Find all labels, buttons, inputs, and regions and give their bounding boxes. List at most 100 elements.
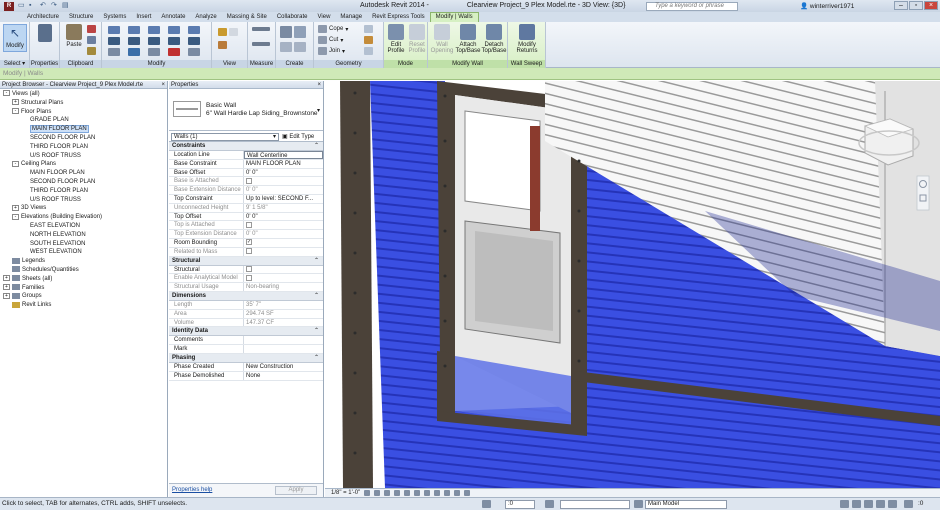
browser-item[interactable]: THIRD FLOOR PLAN bbox=[0, 143, 167, 152]
analytical-model-icon[interactable] bbox=[464, 490, 471, 496]
edit-profile-button[interactable]: Edit Profile bbox=[386, 24, 406, 54]
collapse-icon[interactable]: ⌃ bbox=[314, 292, 319, 301]
offset-icon[interactable] bbox=[128, 26, 140, 34]
select-underlay-icon[interactable] bbox=[852, 500, 861, 508]
split-face-button[interactable] bbox=[364, 25, 373, 33]
browser-item[interactable]: THIRD FLOOR PLAN bbox=[0, 187, 167, 196]
reset-profile-button[interactable]: Reset Profile bbox=[407, 24, 427, 54]
render-icon[interactable] bbox=[404, 490, 411, 496]
user-account[interactable]: 👤 winterriver1971 bbox=[800, 2, 854, 10]
override-graphics-button[interactable] bbox=[218, 41, 227, 49]
tab-annotate[interactable]: Annotate bbox=[156, 13, 190, 22]
tab-analyze[interactable]: Analyze bbox=[190, 13, 221, 22]
browser-item[interactable]: + Families bbox=[0, 283, 167, 293]
property-value[interactable] bbox=[244, 265, 323, 274]
browser-item[interactable]: Revit Links bbox=[0, 301, 167, 310]
array-icon[interactable] bbox=[188, 37, 200, 45]
property-value[interactable] bbox=[244, 345, 323, 353]
panel-select-label[interactable]: Select ▾ bbox=[0, 60, 29, 68]
tab-manage[interactable]: Manage bbox=[335, 13, 367, 22]
browser-item[interactable]: MAIN FLOOR PLAN bbox=[0, 125, 167, 134]
corner-trim[interactable] bbox=[340, 81, 373, 488]
expand-icon[interactable]: + bbox=[3, 275, 10, 282]
save-icon[interactable]: ▪ bbox=[29, 2, 37, 10]
wall-joins-button[interactable] bbox=[364, 47, 373, 55]
browser-item[interactable]: - Views (all) bbox=[0, 90, 167, 99]
shadows-icon[interactable] bbox=[394, 490, 401, 496]
drag-elements-icon[interactable] bbox=[888, 500, 897, 508]
tab-insert[interactable]: Insert bbox=[131, 13, 156, 22]
help-search-input[interactable]: Type a keyword or phrase bbox=[646, 2, 738, 11]
select-by-face-icon[interactable] bbox=[876, 500, 885, 508]
collapse-icon[interactable]: - bbox=[3, 90, 10, 97]
delete-icon[interactable] bbox=[168, 48, 180, 56]
open-icon[interactable]: ▭ bbox=[18, 2, 26, 10]
copy-clip-button[interactable] bbox=[87, 36, 96, 44]
browser-item[interactable]: - Elevations (Building Elevation) bbox=[0, 213, 167, 222]
property-group-header[interactable]: Structural ⌃ bbox=[169, 256, 323, 266]
properties-help-link[interactable]: Properties help bbox=[172, 487, 212, 493]
reveal-hidden-icon[interactable] bbox=[454, 490, 461, 496]
browser-item[interactable]: +3D Views bbox=[0, 204, 167, 213]
paint-button[interactable] bbox=[364, 36, 373, 44]
scale-icon[interactable] bbox=[108, 48, 120, 56]
lock-icon[interactable] bbox=[434, 490, 441, 496]
collapse-icon[interactable]: ⌃ bbox=[314, 257, 319, 266]
expand-icon[interactable]: + bbox=[12, 99, 19, 106]
mirror-axis-icon[interactable] bbox=[148, 26, 160, 34]
property-group-header[interactable]: Identity Data ⌃ bbox=[169, 327, 323, 337]
property-value[interactable]: 0' 0" bbox=[244, 169, 323, 177]
property-group-header[interactable]: Dimensions ⌃ bbox=[169, 291, 323, 301]
browser-item[interactable]: EAST ELEVATION bbox=[0, 222, 167, 231]
chevron-down-icon[interactable]: ▾ bbox=[317, 107, 320, 114]
worksets-icon[interactable] bbox=[482, 500, 491, 508]
copy-icon[interactable] bbox=[128, 37, 140, 45]
property-value[interactable] bbox=[244, 336, 323, 344]
tab-collaborate[interactable]: Collaborate bbox=[272, 13, 313, 22]
browser-item[interactable]: SECOND FLOOR PLAN bbox=[0, 134, 167, 143]
property-value[interactable]: MAIN FLOOR PLAN bbox=[244, 160, 323, 168]
cope-button[interactable]: Cope ▾ bbox=[318, 25, 348, 33]
properties-button[interactable] bbox=[36, 24, 54, 44]
tab-systems[interactable]: Systems bbox=[98, 13, 131, 22]
expand-icon[interactable]: + bbox=[3, 283, 10, 290]
close-icon[interactable]: × bbox=[161, 81, 165, 89]
detach-button[interactable]: Detach Top/Base bbox=[481, 24, 507, 54]
3d-viewport[interactable] bbox=[325, 81, 940, 488]
sun-path-icon[interactable] bbox=[384, 490, 391, 496]
unpin-icon[interactable] bbox=[148, 48, 160, 56]
browser-item[interactable]: Legends bbox=[0, 257, 167, 266]
browser-item[interactable]: U/S ROOF TRUSS bbox=[0, 152, 167, 161]
cut-geometry-button[interactable]: Cut ▾ bbox=[318, 36, 343, 44]
collapse-icon[interactable]: ⌃ bbox=[314, 142, 319, 151]
collapse-icon[interactable]: ⌃ bbox=[314, 327, 319, 336]
collapse-icon[interactable]: - bbox=[12, 213, 19, 220]
dimension-button[interactable] bbox=[252, 42, 270, 46]
select-links-icon[interactable] bbox=[840, 500, 849, 508]
collapse-icon[interactable]: - bbox=[12, 160, 19, 167]
split-icon[interactable] bbox=[188, 26, 200, 34]
visual-style-icon[interactable] bbox=[374, 490, 381, 496]
property-group-header[interactable]: Phasing ⌃ bbox=[169, 353, 323, 363]
cut-clip-button[interactable] bbox=[87, 25, 96, 33]
property-group-header[interactable]: Constraints ⌃ bbox=[169, 142, 323, 151]
browser-item[interactable]: WEST ELEVATION bbox=[0, 248, 167, 257]
revit-app-icon[interactable]: R bbox=[4, 1, 14, 11]
browser-item[interactable]: NORTH ELEVATION bbox=[0, 231, 167, 240]
close-icon[interactable]: × bbox=[924, 1, 938, 10]
tab-massing-site[interactable]: Massing & Site bbox=[222, 13, 272, 22]
hide-element-button[interactable] bbox=[218, 28, 238, 36]
measure-button[interactable] bbox=[252, 27, 270, 31]
tab-modify-walls[interactable]: Modify | Walls bbox=[429, 12, 479, 22]
join-button[interactable]: Join ▾ bbox=[318, 47, 345, 55]
browser-item[interactable]: + Sheets (all) bbox=[0, 275, 167, 284]
browser-item[interactable]: SECOND FLOOR PLAN bbox=[0, 178, 167, 187]
property-value[interactable]: 0' 0" bbox=[244, 213, 323, 221]
rotate-icon[interactable] bbox=[148, 37, 160, 45]
view-scale[interactable]: 1/8" = 1'-0" bbox=[331, 490, 360, 496]
browser-item[interactable]: Schedules/Quantities bbox=[0, 266, 167, 275]
editable-only-icon[interactable] bbox=[634, 500, 643, 508]
property-value[interactable]: Wall Centerline bbox=[244, 151, 323, 159]
modify-button[interactable]: ↖ Modify bbox=[3, 24, 27, 52]
design-option-field[interactable] bbox=[560, 500, 630, 509]
